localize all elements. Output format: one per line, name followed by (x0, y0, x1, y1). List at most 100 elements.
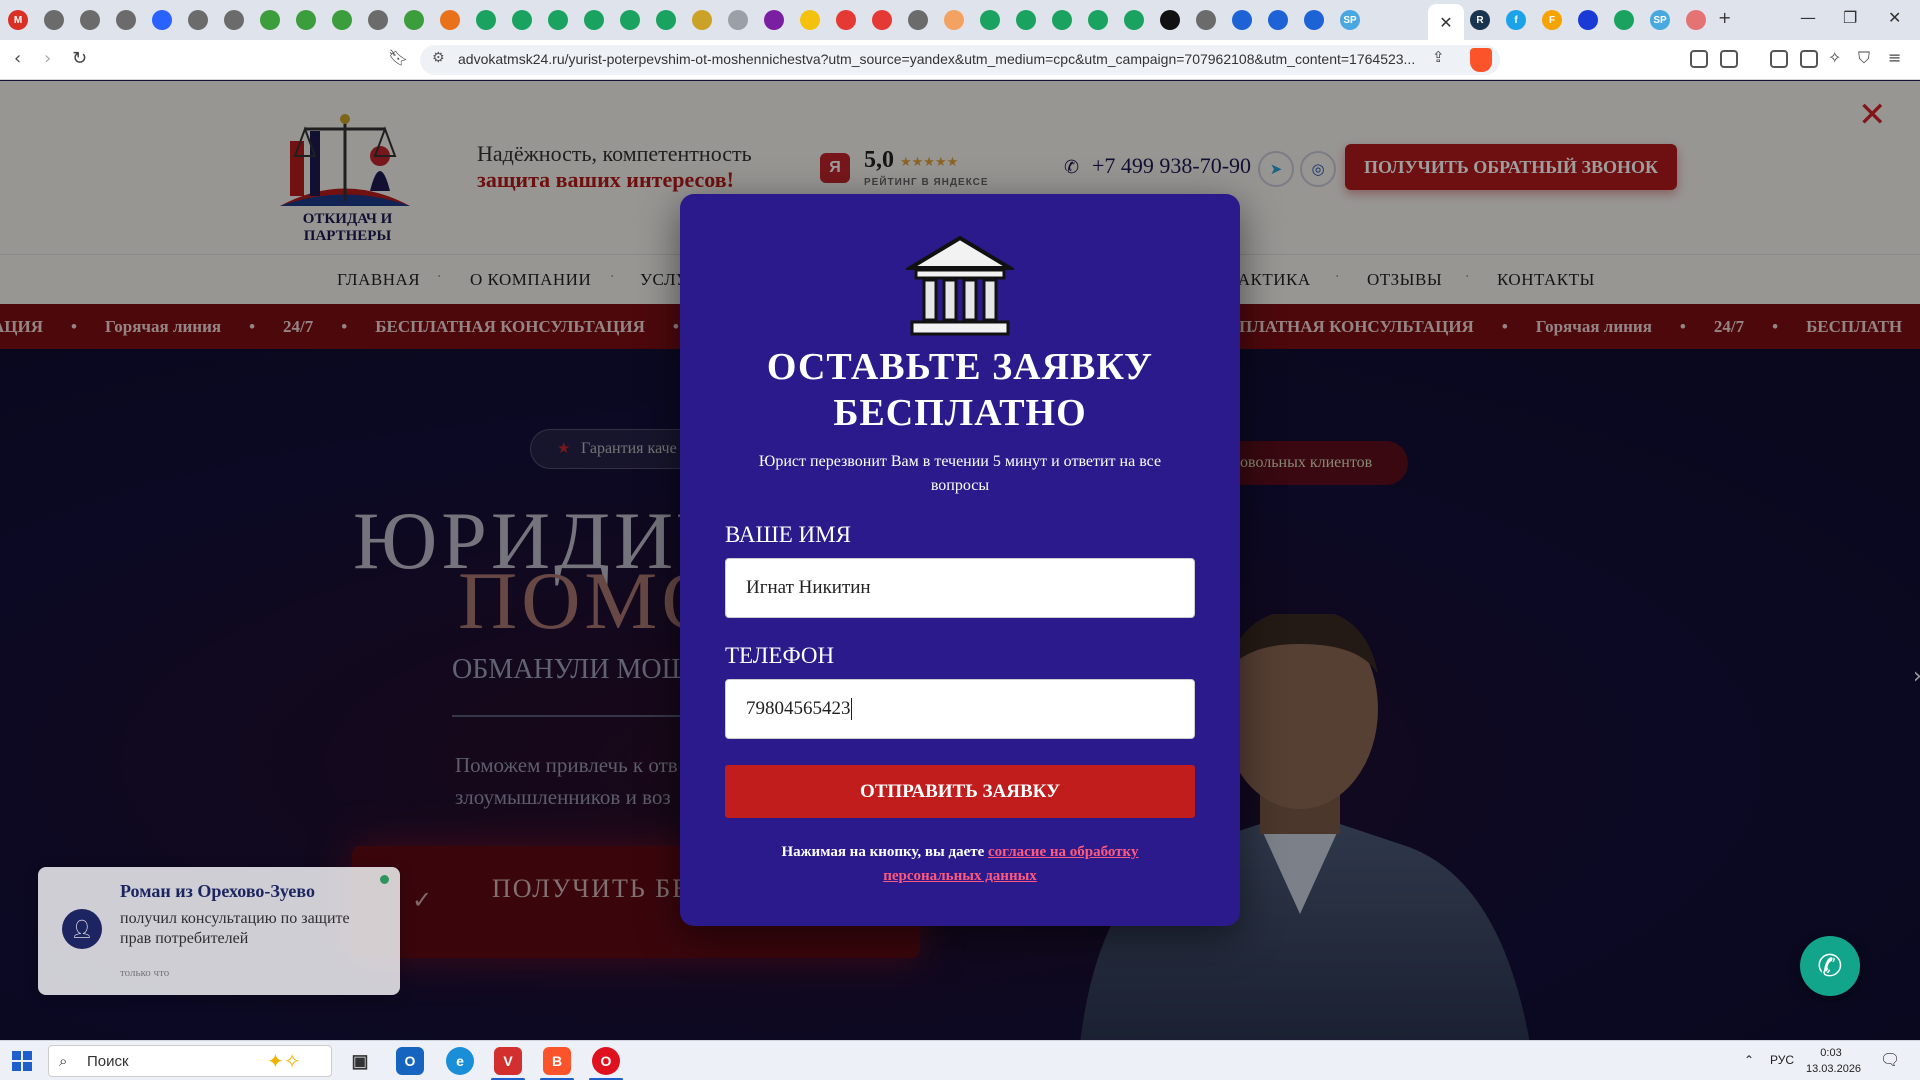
tab-favicon-icon[interactable] (332, 10, 352, 30)
forward-arrow-icon[interactable]: › (44, 48, 51, 69)
tab-favicon-icon[interactable] (908, 10, 928, 30)
tab-favicon-icon[interactable] (1124, 10, 1144, 30)
task-view-icon[interactable]: ▣ (346, 1047, 374, 1075)
reload-icon[interactable]: ↻ (72, 48, 87, 69)
language-indicator[interactable]: РУС (1770, 1053, 1794, 1067)
window-close-icon[interactable]: ✕ (1888, 8, 1901, 27)
leo-ai-icon[interactable]: ✧ (1828, 48, 1841, 67)
name-label: ВАШЕ ИМЯ (725, 522, 851, 547)
tab-favicon-icon[interactable] (80, 10, 100, 30)
tab-favicon-icon[interactable] (404, 10, 424, 30)
tab-favicon-icon[interactable] (476, 10, 496, 30)
notifications-icon[interactable]: 🗨︎ (1880, 1050, 1900, 1070)
extensions-icon[interactable] (1690, 50, 1708, 68)
notification-name: Роман из Орехово-Зуево (120, 881, 315, 901)
tab-favicon-icon[interactable]: SP (1650, 10, 1670, 30)
brave-shields-icon[interactable] (1470, 48, 1492, 72)
tab-favicon-icon[interactable] (512, 10, 532, 30)
consent-prefix: Нажимая на кнопку, вы даете (781, 844, 989, 860)
tab-favicon-icon[interactable] (1196, 10, 1216, 30)
tab-favicon-icon[interactable] (656, 10, 676, 30)
vpn-shield-icon[interactable]: ⛉ (1858, 48, 1870, 68)
wallet-icon[interactable] (1800, 50, 1818, 68)
tab-favicon-icon[interactable] (368, 10, 388, 30)
text-caret (850, 698, 852, 720)
tab-favicon-icon[interactable] (44, 10, 64, 30)
tab-favicon-icon[interactable] (188, 10, 208, 30)
share-icon[interactable]: ⇪ (1432, 48, 1445, 66)
notification-time: только что (120, 967, 170, 979)
tab-favicon-icon[interactable] (1088, 10, 1108, 30)
social-proof-notification: 👤︎ Роман из Орехово-Зуево получил консул… (38, 867, 400, 995)
new-tab-button[interactable]: + (1718, 8, 1731, 27)
tab-favicon-icon[interactable]: R (1470, 10, 1490, 30)
taskbar-search[interactable]: ⌕ Поиск ✦✧ (48, 1045, 332, 1077)
user-avatar-icon: 👤︎ (62, 909, 102, 949)
tray-chevron-icon[interactable]: ⌃ (1744, 1053, 1754, 1067)
tab-manager-icon[interactable] (1720, 50, 1738, 68)
tab-favicon-icon[interactable]: F (1542, 10, 1562, 30)
outlook-icon[interactable]: O (396, 1047, 424, 1075)
notification-text: получил консультацию по защите прав потр… (120, 910, 350, 947)
tab-favicon-icon[interactable] (296, 10, 316, 30)
clock[interactable]: 0:03 13.03.2026 (1806, 1045, 1862, 1077)
online-status-dot (380, 875, 389, 884)
clock-time: 0:03 (1820, 1047, 1842, 1059)
tab-favicon-icon[interactable] (260, 10, 280, 30)
call-button[interactable]: ✆ (1800, 936, 1860, 996)
tab-favicon-icon[interactable] (692, 10, 712, 30)
tab-favicon-icon[interactable] (1578, 10, 1598, 30)
windows-taskbar: ⌕ Поиск ✦✧ ▣ O e V B O ⌃ РУС 0:03 13.03.… (0, 1040, 1920, 1080)
tab-favicon-icon[interactable] (764, 10, 784, 30)
edge-icon[interactable]: e (446, 1047, 474, 1075)
phone-input-value: 79804565423 (746, 698, 851, 719)
tab-favicon-icon[interactable] (1304, 10, 1324, 30)
site-info-icon[interactable]: ⚙ (432, 50, 445, 66)
tab-favicon-icon[interactable] (1268, 10, 1288, 30)
menu-icon[interactable]: ≡ (1888, 48, 1901, 67)
taskbar-search-placeholder: Поиск (87, 1053, 129, 1070)
phone-input[interactable]: 79804565423 (725, 679, 1195, 739)
restore-icon[interactable]: ❐ (1843, 8, 1857, 27)
tab-favicon-icon[interactable]: M (8, 10, 28, 30)
url-text[interactable]: advokatmsk24.ru/yurist-poterpevshim-ot-m… (458, 51, 1458, 67)
tab-favicon-icon[interactable] (944, 10, 964, 30)
tab-favicon-icon[interactable] (872, 10, 892, 30)
sidebar-icon[interactable] (1770, 50, 1788, 68)
modal-title: ОСТАВЬТЕ ЗАЯВКУ БЕСПЛАТНО (766, 346, 1154, 434)
vivaldi-icon[interactable]: V (494, 1047, 522, 1075)
tab-favicon-icon[interactable] (1052, 10, 1072, 30)
brave-icon[interactable]: B (543, 1047, 571, 1075)
search-icon: ⌕ (59, 1052, 68, 1070)
tab-favicon-icon[interactable] (1160, 10, 1180, 30)
tab-favicon-icon[interactable] (224, 10, 244, 30)
active-tab-close-button[interactable]: ✕ (1428, 4, 1464, 40)
clock-date: 13.03.2026 (1806, 1063, 1862, 1075)
back-arrow-icon[interactable]: ‹ (14, 48, 21, 69)
tab-favicon-icon[interactable] (1614, 10, 1634, 30)
tab-favicon-icon[interactable] (1232, 10, 1252, 30)
submit-button[interactable]: ОТПРАВИТЬ ЗАЯВКУ (725, 765, 1195, 818)
tab-favicon-icon[interactable] (440, 10, 460, 30)
name-input[interactable]: Игнат Никитин (725, 558, 1195, 618)
tab-favicon-icon[interactable] (1686, 10, 1706, 30)
tab-favicon-icon[interactable] (1016, 10, 1036, 30)
tab-favicon-icon[interactable] (116, 10, 136, 30)
tab-favicon-icon[interactable]: f (1506, 10, 1526, 30)
tab-favicon-icon[interactable] (584, 10, 604, 30)
tab-favicon-icon[interactable] (836, 10, 856, 30)
tab-favicon-icon[interactable]: SP (1340, 10, 1360, 30)
tab-favicon-icon[interactable] (728, 10, 748, 30)
address-bar[interactable]: ⚙ advokatmsk24.ru/yurist-poterpevshim-ot… (420, 45, 1500, 75)
phone-label: ТЕЛЕФОН (725, 643, 835, 668)
tab-favicon-icon[interactable] (980, 10, 1000, 30)
consent-text: Нажимая на кнопку, вы даете согласие на … (760, 840, 1160, 888)
bookmark-icon[interactable]: 🔖︎ (388, 48, 408, 67)
opera-icon[interactable]: O (592, 1047, 620, 1075)
tab-favicon-icon[interactable] (620, 10, 640, 30)
windows-start-icon[interactable] (12, 1051, 32, 1071)
tab-favicon-icon[interactable] (800, 10, 820, 30)
minimize-icon[interactable]: — (1800, 8, 1816, 27)
tab-favicon-icon[interactable] (152, 10, 172, 30)
tab-favicon-icon[interactable] (548, 10, 568, 30)
